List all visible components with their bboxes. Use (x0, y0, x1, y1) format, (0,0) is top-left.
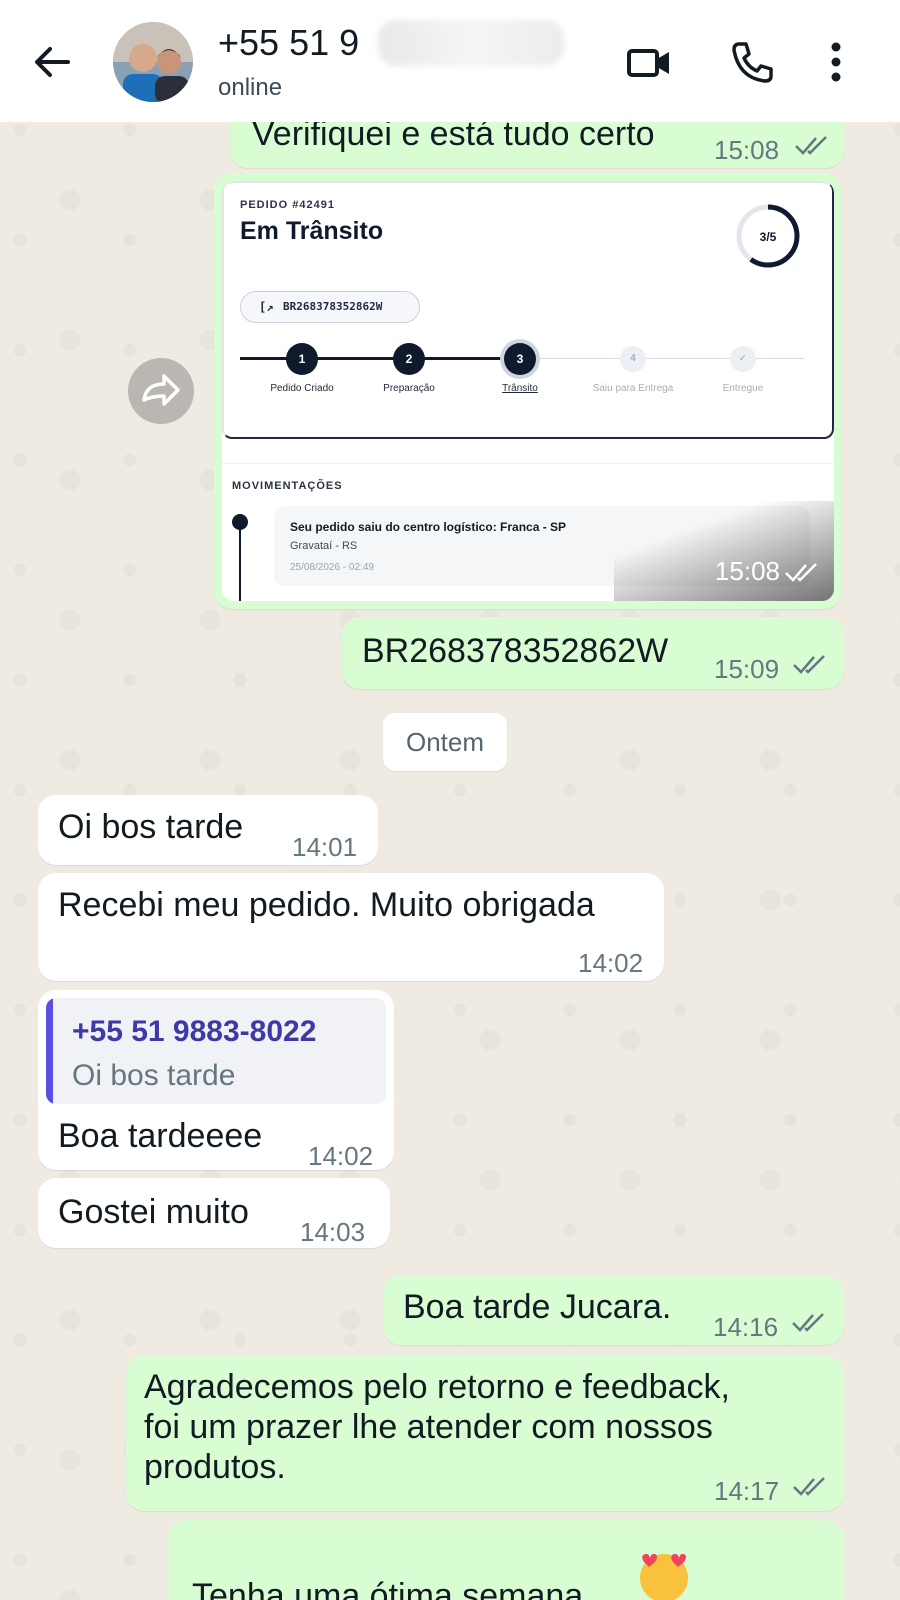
voice-call-button[interactable] (727, 38, 777, 88)
step-2: 2 (393, 343, 425, 375)
progress-ring: 3/5 (734, 202, 802, 270)
message-text: Gostei muito (58, 1193, 249, 1231)
message-time: 14:02 (308, 1141, 374, 1171)
tracking-code: BR268378352862W (283, 300, 383, 313)
timeline-line (239, 528, 241, 601)
tracking-code-chip: [↗ BR268378352862W (240, 291, 420, 323)
message-bubble-outgoing[interactable]: Agradecemos pelo retorno e feedback, foi… (126, 1355, 844, 1511)
redacted-phone-digits (378, 20, 564, 66)
smiling-face-with-hearts-emoji (640, 1553, 688, 1600)
progress-text: 3/5 (760, 230, 777, 244)
more-options-button[interactable] (826, 38, 876, 88)
step-4-label: Saiu para Entrega (592, 383, 674, 394)
quoted-text: Oi bos tarde (72, 1059, 236, 1092)
message-bubble-incoming[interactable]: Gostei muito 14:03 (38, 1178, 390, 1248)
order-status-title: Em Trânsito (240, 217, 384, 245)
message-text: Tenha uma ótima semana (192, 1577, 584, 1600)
stepper-line-pending (524, 358, 804, 359)
video-call-button[interactable] (625, 38, 675, 88)
step-1: 1 (286, 343, 318, 375)
step-3-label: Trânsito (502, 383, 538, 394)
quote-accent-bar (46, 998, 53, 1104)
message-text: Boa tardeeee (58, 1117, 263, 1155)
step-5-label: Entregue (722, 383, 764, 394)
order-number: PEDIDO #42491 (240, 199, 335, 211)
movement-date: 25/08/2026 - 02:49 (290, 562, 374, 573)
step-4: 4 (620, 346, 646, 372)
message-bubble-outgoing[interactable]: BR268378352862W 15:09 (342, 617, 844, 689)
message-bubble-incoming-reply[interactable]: +55 51 9883-8022 Oi bos tarde Boa tardee… (38, 990, 394, 1171)
double-check-icon (785, 563, 817, 582)
back-button[interactable] (28, 38, 76, 86)
double-check-icon (793, 655, 825, 674)
message-time: 15:08 (714, 135, 780, 165)
external-link-icon: [↗ (259, 300, 274, 314)
message-bubble-outgoing[interactable]: Tenha uma ótima semana (168, 1520, 844, 1600)
quoted-message[interactable]: +55 51 9883-8022 Oi bos tarde (46, 998, 386, 1104)
more-vertical-icon (831, 42, 841, 82)
message-text: Boa tarde Jucara. (403, 1288, 672, 1326)
order-card: PEDIDO #42491 Em Trânsito 3/5 [↗ BR26837… (222, 181, 834, 439)
forward-button[interactable] (128, 358, 194, 424)
message-text-line-1: Agradecemos pelo retorno e feedback, (144, 1368, 730, 1406)
message-bubble-incoming[interactable]: Oi bos tarde 14:01 (38, 795, 378, 865)
double-check-icon (792, 1313, 824, 1332)
step-1-label: Pedido Criado (270, 383, 334, 394)
message-text: BR268378352862W (362, 632, 669, 670)
step-2-label: Preparação (383, 383, 435, 394)
message-bubble-outgoing[interactable]: Boa tarde Jucara. 14:16 (383, 1275, 844, 1345)
contact-name[interactable]: +55 51 9 (218, 22, 359, 64)
phone-icon (732, 42, 773, 83)
chat-header: +55 51 9 online (0, 0, 900, 122)
movements-title: MOVIMENTAÇÕES (232, 480, 343, 492)
movement-place: Gravataí - RS (290, 540, 358, 552)
message-time: 14:03 (300, 1217, 366, 1247)
arrow-left-icon (35, 47, 70, 77)
order-screenshot-image[interactable]: PEDIDO #42491 Em Trânsito 3/5 [↗ BR26837… (222, 181, 834, 601)
message-text: Recebi meu pedido. Muito obrigada (58, 886, 595, 924)
message-time: 14:17 (714, 1476, 780, 1506)
contact-avatar[interactable] (113, 22, 193, 102)
date-separator: Ontem (383, 713, 507, 771)
quoted-sender: +55 51 9883-8022 (72, 1015, 317, 1048)
message-bubble-incoming[interactable]: Recebi meu pedido. Muito obrigada 14:02 (38, 873, 664, 981)
message-time: 15:08 (714, 556, 780, 586)
stepper-line-complete (240, 357, 524, 360)
message-text-line-2: foi um prazer lhe atender com nossos (144, 1408, 713, 1446)
message-time: 15:09 (714, 654, 780, 684)
video-call-icon (627, 49, 669, 77)
forward-icon (142, 374, 180, 406)
movement-text: Seu pedido saiu do centro logístico: Fra… (290, 520, 567, 534)
message-text: Oi bos tarde (58, 808, 244, 846)
message-text-line-3: produtos. (144, 1448, 286, 1486)
message-time: 14:01 (292, 832, 358, 862)
step-3: 3 (504, 343, 536, 375)
message-time: 14:02 (578, 948, 644, 978)
step-5: ✓ (730, 346, 756, 372)
contact-status: online (218, 74, 283, 101)
message-time: 14:16 (713, 1312, 779, 1342)
double-check-icon (795, 136, 827, 155)
double-check-icon (793, 1477, 825, 1496)
